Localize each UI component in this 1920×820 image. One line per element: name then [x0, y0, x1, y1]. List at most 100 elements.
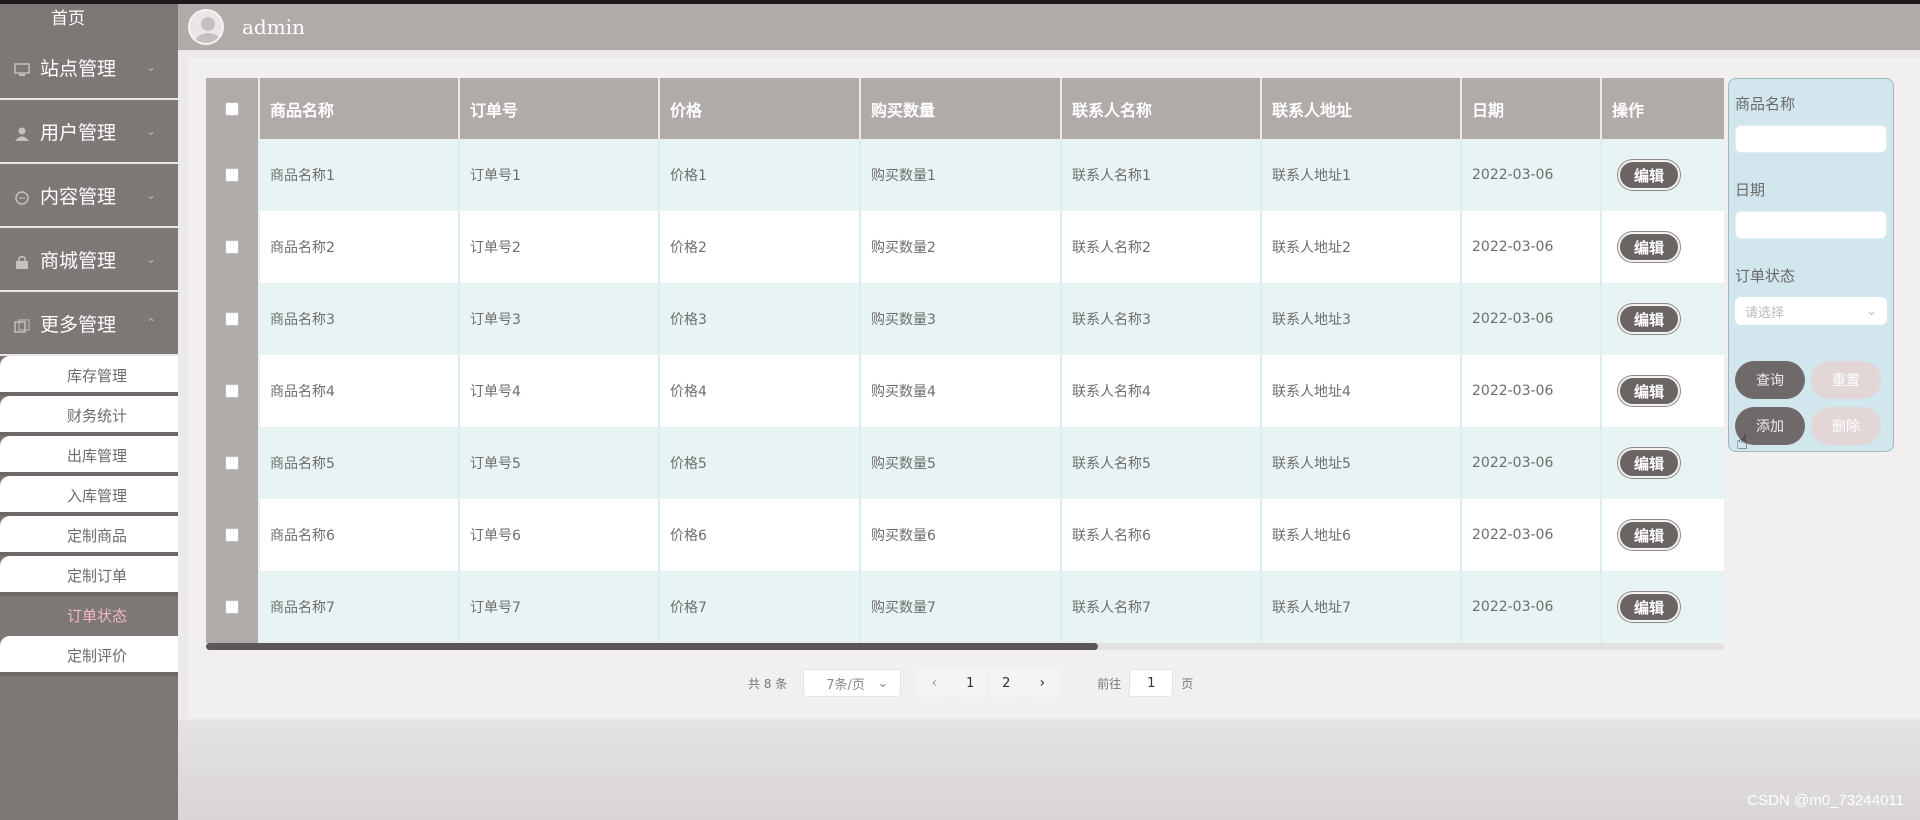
- sidebar-menu-content[interactable]: 内容管理 ⌄: [0, 164, 178, 228]
- chevron-up-icon: ⌃: [145, 316, 156, 330]
- edit-button[interactable]: 编辑: [1618, 304, 1680, 334]
- edit-button[interactable]: 编辑: [1618, 160, 1680, 190]
- date-input[interactable]: [1735, 211, 1887, 239]
- sidebar-menu-label: 更多管理: [40, 313, 117, 336]
- page-number[interactable]: 1: [953, 669, 988, 697]
- cell-quantity: 购买数量5: [861, 427, 1062, 499]
- watermark: CSDN @m0_73244011: [1747, 792, 1904, 809]
- sidebar-home[interactable]: 首页: [0, 4, 136, 36]
- cell-contact-address: 联系人地址5: [1262, 427, 1462, 499]
- edit-button[interactable]: 编辑: [1618, 448, 1680, 478]
- date-label: 日期: [1735, 181, 1766, 199]
- sidebar-menu-more[interactable]: 更多管理 ⌃: [0, 292, 178, 356]
- lock-icon: [14, 252, 30, 269]
- select-all-checkbox[interactable]: [225, 101, 239, 116]
- sidebar-menu-users[interactable]: 用户管理 ⌄: [0, 100, 178, 164]
- query-button[interactable]: 查询: [1735, 361, 1805, 399]
- cell-price: 价格6: [660, 499, 861, 571]
- cell-contact-address: 联系人地址1: [1262, 139, 1462, 211]
- row-checkbox[interactable]: [225, 312, 239, 326]
- cell-date: 2022-03-06: [1462, 571, 1602, 643]
- row-checkbox[interactable]: [225, 528, 239, 542]
- select-all-checkbox-cell: [206, 78, 260, 139]
- row-checkbox[interactable]: [225, 384, 239, 398]
- cell-date: 2022-03-06: [1462, 427, 1602, 499]
- edit-button[interactable]: 编辑: [1618, 232, 1680, 262]
- sidebar-item-inventory[interactable]: 库存管理: [0, 356, 178, 396]
- goto-label: 前往: [1097, 676, 1122, 691]
- cell-actions: 编辑: [1602, 139, 1724, 211]
- cell-product-name: 商品名称1: [260, 139, 460, 211]
- row-checkbox-cell: [206, 499, 260, 571]
- edit-button[interactable]: 编辑: [1618, 376, 1680, 406]
- chevron-left-icon: ‹: [931, 675, 938, 691]
- product-name-input[interactable]: [1735, 125, 1887, 153]
- reset-button[interactable]: 重置: [1811, 361, 1881, 399]
- column-header: 订单号: [460, 78, 660, 139]
- orders-table: 商品名称 订单号 价格 购买数量 联系人名称 联系人地址 日期 操作 商品名称1…: [206, 78, 1724, 643]
- delete-button[interactable]: 删除: [1811, 407, 1881, 445]
- sidebar-menu-label: 站点管理: [40, 57, 117, 80]
- sidebar-menu-label: 用户管理: [40, 121, 117, 144]
- row-checkbox-cell: [206, 571, 260, 643]
- cell-order-no: 订单号3: [460, 283, 660, 355]
- cell-product-name: 商品名称6: [260, 499, 460, 571]
- table-row: 商品名称4 订单号4 价格4 购买数量4 联系人名称4 联系人地址4 2022-…: [206, 355, 1724, 427]
- cell-product-name: 商品名称7: [260, 571, 460, 643]
- panel-buttons: 查询 重置 添加 删除: [1735, 361, 1887, 445]
- row-checkbox-cell: [206, 139, 260, 211]
- sidebar-menu-site[interactable]: 站点管理 ⌄: [0, 36, 178, 100]
- cell-contact-address: 联系人地址2: [1262, 211, 1462, 283]
- table-row: 商品名称6 订单号6 价格6 购买数量6 联系人名称6 联系人地址6 2022-…: [206, 499, 1724, 571]
- sidebar-menu-label: 商城管理: [40, 249, 117, 272]
- sidebar: 首页 站点管理 ⌄ 用户管理 ⌄ 内容管理 ⌄ 商城管理 ⌄ 更多管理 ⌃ 库存管理 财务…: [0, 4, 178, 820]
- sidebar-item-custom-goods[interactable]: 定制商品: [0, 516, 178, 556]
- sidebar-item-finance[interactable]: 财务统计: [0, 396, 178, 436]
- page-size-value: 7条/页: [826, 677, 865, 693]
- row-checkbox[interactable]: [225, 600, 239, 614]
- search-panel: 商品名称 日期 订单状态 请选择 ⌄ 查询 重置 添加 删除: [1728, 78, 1894, 452]
- cell-order-no: 订单号5: [460, 427, 660, 499]
- sidebar-item-order-status[interactable]: 订单状态: [0, 596, 178, 636]
- edit-button[interactable]: 编辑: [1618, 520, 1680, 550]
- cell-order-no: 订单号2: [460, 211, 660, 283]
- cell-contact-name: 联系人名称1: [1062, 139, 1262, 211]
- next-page-button[interactable]: ›: [1025, 669, 1060, 697]
- chevron-down-icon: ⌄: [1866, 303, 1877, 319]
- cell-quantity: 购买数量1: [861, 139, 1062, 211]
- sidebar-item-custom-reviews[interactable]: 定制评价: [0, 636, 178, 676]
- username: admin: [242, 15, 305, 39]
- page-size-select[interactable]: 7条/页 ⌄: [803, 669, 902, 697]
- row-checkbox[interactable]: [225, 456, 239, 470]
- avatar[interactable]: [188, 9, 224, 45]
- goto-suffix: 页: [1181, 676, 1194, 691]
- cell-price: 价格7: [660, 571, 861, 643]
- row-checkbox[interactable]: [225, 240, 239, 254]
- table-row: 商品名称2 订单号2 价格2 购买数量2 联系人名称2 联系人地址2 2022-…: [206, 211, 1724, 283]
- content-icon: [14, 188, 30, 205]
- cell-quantity: 购买数量6: [861, 499, 1062, 571]
- cell-order-no: 订单号7: [460, 571, 660, 643]
- row-checkbox[interactable]: [225, 168, 239, 182]
- cell-price: 价格5: [660, 427, 861, 499]
- cell-contact-address: 联系人地址3: [1262, 283, 1462, 355]
- cell-date: 2022-03-06: [1462, 283, 1602, 355]
- page-number[interactable]: 2: [989, 669, 1024, 697]
- sidebar-item-custom-orders[interactable]: 定制订单: [0, 556, 178, 596]
- cell-actions: 编辑: [1602, 355, 1724, 427]
- horizontal-scrollbar-thumb[interactable]: [206, 643, 1098, 650]
- sidebar-menu-shop[interactable]: 商城管理 ⌄: [0, 228, 178, 292]
- row-checkbox-cell: [206, 283, 260, 355]
- cell-quantity: 购买数量3: [861, 283, 1062, 355]
- cell-price: 价格1: [660, 139, 861, 211]
- goto-page-input[interactable]: 1: [1129, 669, 1174, 697]
- cell-contact-name: 联系人名称3: [1062, 283, 1262, 355]
- cell-actions: 编辑: [1602, 211, 1724, 283]
- cell-actions: 编辑: [1602, 283, 1724, 355]
- row-checkbox-cell: [206, 427, 260, 499]
- edit-button[interactable]: 编辑: [1618, 592, 1680, 622]
- sidebar-item-outbound[interactable]: 出库管理: [0, 436, 178, 476]
- prev-page-button[interactable]: ‹: [917, 669, 952, 697]
- sidebar-item-inbound[interactable]: 入库管理: [0, 476, 178, 516]
- order-status-select[interactable]: 请选择 ⌄: [1735, 297, 1887, 325]
